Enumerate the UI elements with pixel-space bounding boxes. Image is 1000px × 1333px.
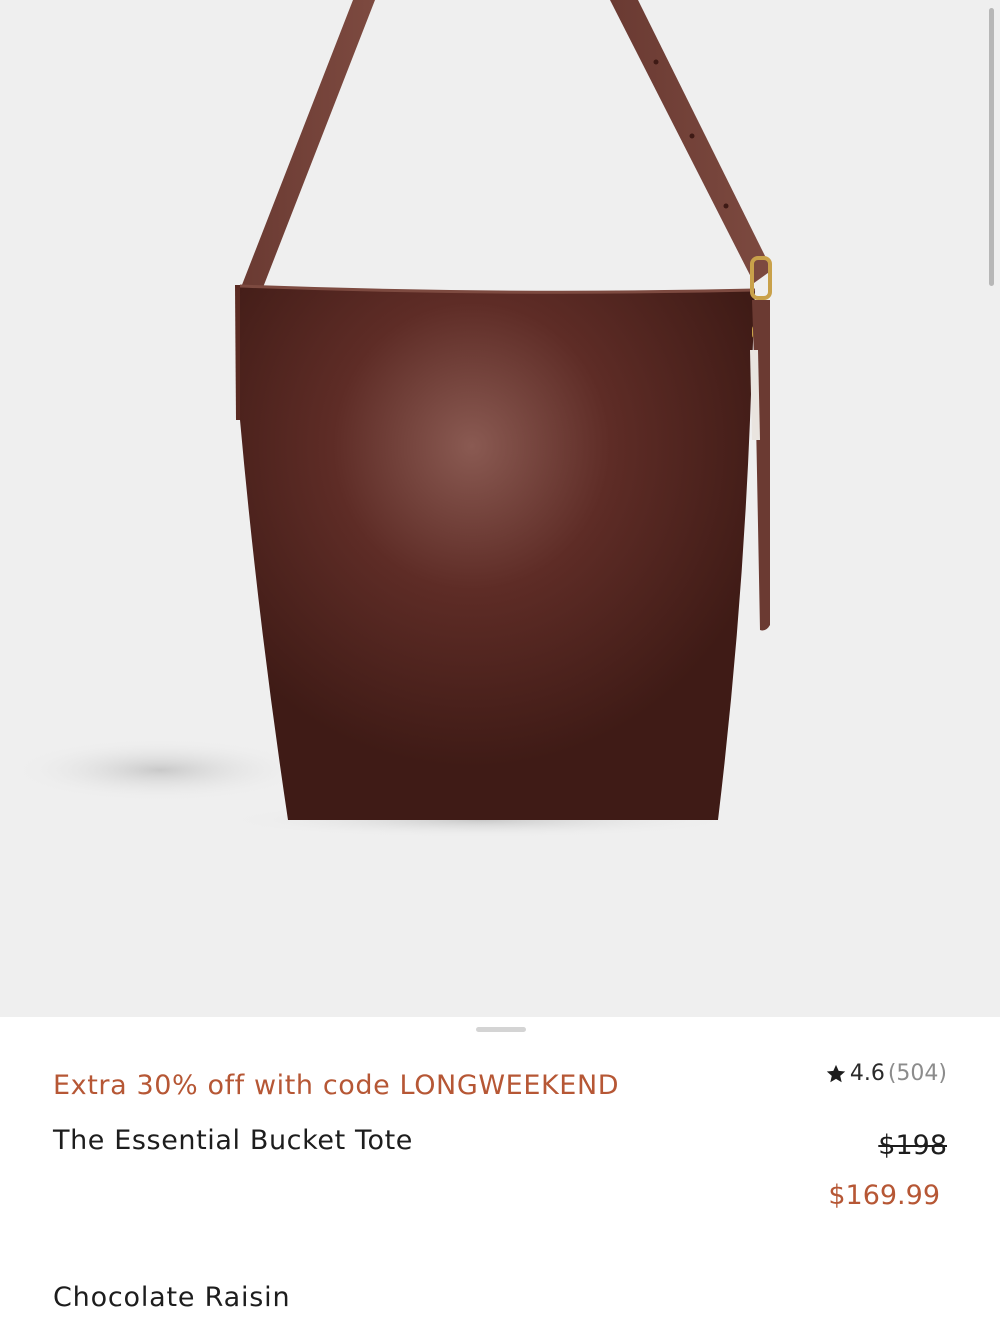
product-rating[interactable]: 4.6 (504) xyxy=(825,1061,947,1086)
product-info-sheet: Extra 30% off with code LONGWEEKEND The … xyxy=(0,1017,1000,1333)
sheet-grabber[interactable] xyxy=(476,1027,526,1032)
product-image xyxy=(10,0,772,838)
color-name: Chocolate Raisin xyxy=(53,1282,291,1313)
review-count: (504) xyxy=(887,1061,947,1086)
price-sale: $169.99 xyxy=(828,1180,940,1211)
rating-value: 4.6 xyxy=(849,1061,885,1086)
promo-text: Extra 30% off with code LONGWEEKEND xyxy=(53,1070,620,1101)
price-original: $198 xyxy=(878,1130,947,1161)
product-name: The Essential Bucket Tote xyxy=(53,1125,413,1156)
star-icon xyxy=(826,1064,845,1082)
product-image-gallery[interactable] xyxy=(0,0,1000,1017)
scroll-indicator[interactable] xyxy=(989,8,994,286)
